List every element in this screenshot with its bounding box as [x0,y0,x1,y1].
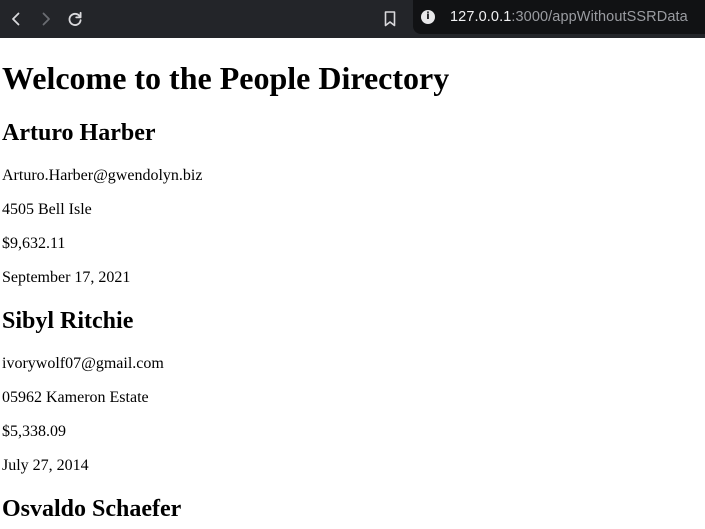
person-address: 4505 Bell Isle [2,201,92,218]
person-amount: $9,632.11 [2,235,66,252]
page-title: Welcome to the People Directory [2,60,450,96]
info-icon[interactable]: i [421,10,435,24]
person-card: Osvaldo Schaefer [2,495,702,523]
person-card: Sibyl Ritchie ivorywolf07@gmail.com 0596… [2,307,702,476]
reload-button[interactable] [64,8,86,30]
url-text[interactable]: 127.0.0.1:3000/appWithoutSSRData [450,9,688,25]
bookmark-icon [384,11,396,27]
url-path: :3000/appWithoutSSRData [511,9,688,25]
person-date: September 17, 2021 [2,269,131,286]
person-email: Arturo.Harber@gwendolyn.biz [2,167,203,184]
person-card: Arturo Harber Arturo.Harber@gwendolyn.bi… [2,119,702,288]
person-date: July 27, 2014 [2,457,89,474]
person-amount: $5,338.09 [2,423,66,440]
reload-icon [68,11,82,26]
chevron-left-icon [12,12,20,26]
browser-toolbar: i 127.0.0.1:3000/appWithoutSSRData [0,0,705,38]
person-name: Arturo Harber [2,120,156,146]
person-address: 05962 Kameron Estate [2,389,149,406]
chevron-right-icon [42,12,50,26]
back-button[interactable] [5,8,27,30]
url-host: 127.0.0.1 [450,9,512,25]
person-email: ivorywolf07@gmail.com [2,355,164,372]
bookmark-button[interactable] [379,8,401,30]
person-name: Sibyl Ritchie [2,308,134,334]
address-bar[interactable]: i 127.0.0.1:3000/appWithoutSSRData [413,0,705,34]
forward-button[interactable] [35,8,57,30]
person-name: Osvaldo Schaefer [2,496,182,522]
